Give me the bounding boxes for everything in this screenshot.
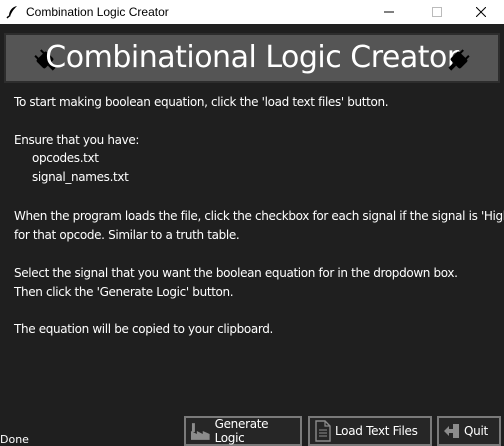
instruction-line: The equation will be copied to your clip… bbox=[14, 322, 273, 336]
plug-icon bbox=[448, 49, 470, 71]
required-file: opcodes.txt bbox=[32, 151, 99, 165]
feather-icon bbox=[6, 6, 17, 19]
maximize-button[interactable] bbox=[414, 0, 460, 24]
maximize-icon bbox=[432, 7, 442, 17]
load-text-files-button[interactable]: Load Text Files bbox=[308, 416, 432, 446]
factory-icon bbox=[190, 423, 210, 440]
generate-logic-button[interactable]: Generate Logic bbox=[184, 416, 302, 446]
window-title: Combination Logic Creator bbox=[26, 5, 169, 19]
document-icon bbox=[315, 420, 331, 442]
instruction-line: Select the signal that you want the bool… bbox=[14, 266, 458, 280]
quit-button[interactable]: Quit bbox=[437, 416, 501, 446]
page-title: Combinational Logic Creator bbox=[45, 40, 459, 75]
header-banner: Combinational Logic Creator bbox=[4, 33, 500, 83]
quit-label: Quit bbox=[464, 424, 488, 438]
generate-logic-label: Generate Logic bbox=[214, 417, 269, 445]
load-text-files-label: Load Text Files bbox=[335, 424, 418, 438]
instruction-line: Ensure that you have: bbox=[14, 133, 140, 147]
instruction-line: When the program loads the file, click t… bbox=[14, 209, 504, 223]
status-text: Done bbox=[0, 433, 29, 446]
exit-arrow-icon bbox=[444, 424, 459, 438]
window-titlebar: Combination Logic Creator bbox=[0, 0, 504, 24]
minimize-button[interactable] bbox=[366, 0, 412, 24]
instruction-line: for that opcode. Similar to a truth tabl… bbox=[14, 228, 240, 242]
instruction-line: To start making boolean equation, click … bbox=[14, 95, 389, 109]
required-file: signal_names.txt bbox=[32, 170, 129, 184]
close-button[interactable] bbox=[458, 0, 504, 24]
minimize-icon bbox=[384, 11, 394, 13]
instruction-line: Then click the 'Generate Logic' button. bbox=[14, 285, 234, 299]
close-icon bbox=[476, 7, 486, 17]
